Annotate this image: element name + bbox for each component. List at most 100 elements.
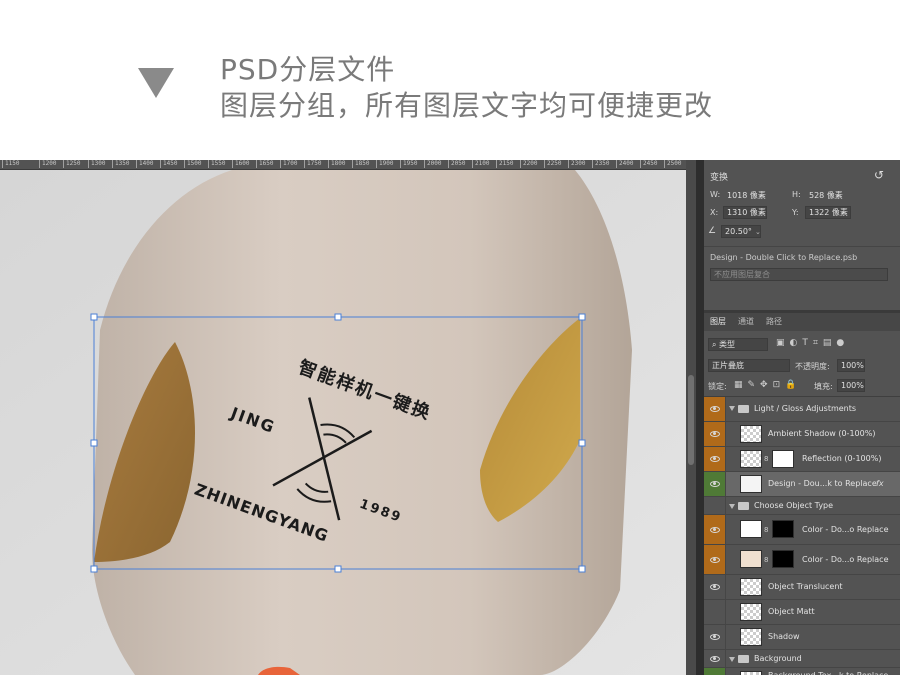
bottle-mockup: 智能样机一键换 JING ZHINENGYANG 1989: [0, 170, 686, 675]
eye-icon: [709, 526, 720, 533]
visibility-toggle[interactable]: [704, 447, 726, 471]
layer-thumbnail: [740, 603, 762, 621]
lock-icons[interactable]: ▦✎✥⊡🔒: [734, 380, 801, 390]
lock-label: 锁定:: [708, 382, 727, 391]
tab-paths[interactable]: 路径: [766, 313, 782, 331]
layer-thumbnail: [740, 628, 762, 646]
eye-icon: [709, 556, 720, 563]
visibility-toggle[interactable]: [704, 625, 726, 649]
visibility-toggle[interactable]: [704, 422, 726, 446]
layer-thumbnail: [740, 450, 762, 468]
ruler-tick: 1250: [63, 160, 80, 168]
h-label: H:: [792, 190, 801, 199]
ruler-tick: 2100: [472, 160, 489, 168]
scrollbar-thumb[interactable]: [688, 375, 694, 465]
header-banner: PSD分层文件 图层分组，所有图层文字均可便捷更改: [0, 0, 900, 160]
visibility-toggle[interactable]: [704, 650, 726, 667]
visibility-toggle[interactable]: [704, 668, 726, 675]
header-subtitle: 图层分组，所有图层文字均可便捷更改: [220, 89, 714, 122]
ruler-tick: 2450: [640, 160, 657, 168]
filter-icons[interactable]: ▣◐T⌗▤●: [776, 338, 849, 348]
tab-channels[interactable]: 通道: [738, 313, 754, 331]
opacity-field[interactable]: 100%: [837, 359, 865, 372]
layer-comp-select[interactable]: 不应用图层复合: [710, 268, 888, 281]
layer-name: Object Translucent: [768, 582, 843, 591]
triangle-down-icon: [138, 68, 174, 98]
layer-row-selected[interactable]: Design - Dou...k to Replace fx: [704, 472, 900, 497]
folder-icon: [738, 655, 749, 663]
h-value[interactable]: 528 像素: [809, 190, 843, 201]
opacity-label: 不透明度:: [795, 362, 830, 371]
tab-layers[interactable]: 图层: [710, 313, 726, 331]
right-panel: 变换 ↺ W: 1018 像素 H: 528 像素 X: 1310 像素 Y: …: [704, 160, 900, 675]
layer-name: Light / Gloss Adjustments: [754, 404, 857, 413]
layer-name: Color - Do...o Replace: [802, 555, 889, 564]
canvas-scrollbar[interactable]: [686, 160, 696, 675]
chevron-down-icon[interactable]: [729, 657, 735, 662]
layer-row[interactable]: Object Matt: [704, 600, 900, 625]
layer-row[interactable]: Ambient Shadow (0-100%): [704, 422, 900, 447]
layer-name: Shadow: [768, 632, 800, 641]
properties-title: 变换: [710, 173, 729, 183]
layers-list: Light / Gloss Adjustments Ambient Shadow…: [704, 396, 900, 675]
layer-name: Choose Object Type: [754, 501, 834, 510]
layer-row[interactable]: Object Translucent: [704, 575, 900, 600]
header-title: PSD分层文件: [220, 53, 396, 86]
divider: [704, 246, 900, 247]
chevron-down-icon[interactable]: [729, 406, 735, 411]
search-icon: ⌕: [712, 340, 720, 349]
visibility-toggle[interactable]: [704, 575, 726, 599]
document-canvas[interactable]: 智能样机一键换 JING ZHINENGYANG 1989: [0, 170, 686, 675]
ruler-tick: 2000: [424, 160, 441, 168]
ruler-tick: 1300: [88, 160, 105, 168]
layer-row[interactable]: Background Tex...k to Replace: [704, 668, 900, 675]
layer-row[interactable]: Choose Object Type: [704, 497, 900, 515]
visibility-toggle[interactable]: [704, 472, 726, 496]
visibility-toggle[interactable]: [704, 397, 726, 421]
layer-thumbnail: [740, 520, 762, 538]
ruler-tick: 1950: [400, 160, 417, 168]
layer-thumbnail: [740, 550, 762, 568]
layer-name: Ambient Shadow (0-100%): [768, 429, 876, 438]
reset-icon[interactable]: ↺: [874, 168, 884, 182]
layer-mask-thumbnail: [772, 450, 794, 468]
eye-icon: [709, 406, 720, 412]
panel-divider: [696, 160, 704, 675]
chevron-down-icon[interactable]: ⌄: [755, 228, 761, 236]
layer-name: Object Matt: [768, 607, 815, 616]
fx-badge[interactable]: fx: [876, 472, 884, 496]
visibility-toggle[interactable]: [704, 515, 726, 544]
ruler-tick: 2400: [616, 160, 633, 168]
folder-icon: [738, 405, 749, 413]
visibility-toggle[interactable]: [704, 600, 726, 624]
eye-icon: [709, 584, 720, 590]
ruler-tick: 1150: [2, 160, 19, 168]
ruler-tick: 1650: [256, 160, 273, 168]
layer-filter-select[interactable]: ⌕ 类型: [708, 338, 768, 351]
ruler-tick: 1450: [160, 160, 177, 168]
blend-mode-select[interactable]: 正片叠底: [708, 359, 790, 372]
eye-icon: [709, 456, 720, 462]
layer-row[interactable]: 8 Color - Do...o Replace: [704, 515, 900, 545]
ruler-tick: 1200: [39, 160, 56, 168]
w-value[interactable]: 1018 像素: [727, 190, 766, 201]
ruler-tick: 2250: [544, 160, 561, 168]
layer-row[interactable]: Shadow: [704, 625, 900, 650]
ruler-tick: 1500: [184, 160, 201, 168]
y-field[interactable]: 1322 像素: [805, 206, 851, 219]
layer-filter-value: 类型: [719, 340, 736, 349]
w-label: W:: [710, 190, 721, 199]
layer-row[interactable]: Light / Gloss Adjustments: [704, 397, 900, 422]
fill-field[interactable]: 100%: [837, 379, 865, 392]
visibility-toggle[interactable]: [704, 545, 726, 574]
layer-row[interactable]: 8 Color - Do...o Replace: [704, 545, 900, 575]
chevron-down-icon[interactable]: [729, 504, 735, 509]
layer-row[interactable]: 8 Reflection (0-100%): [704, 447, 900, 472]
eye-icon: [709, 431, 720, 437]
eye-icon: [709, 481, 720, 487]
link-icon: 8: [764, 556, 769, 564]
x-field[interactable]: 1310 像素: [723, 206, 767, 219]
visibility-toggle[interactable]: [704, 497, 726, 514]
layers-tab-bar: [704, 313, 900, 331]
link-icon: 8: [764, 526, 769, 534]
